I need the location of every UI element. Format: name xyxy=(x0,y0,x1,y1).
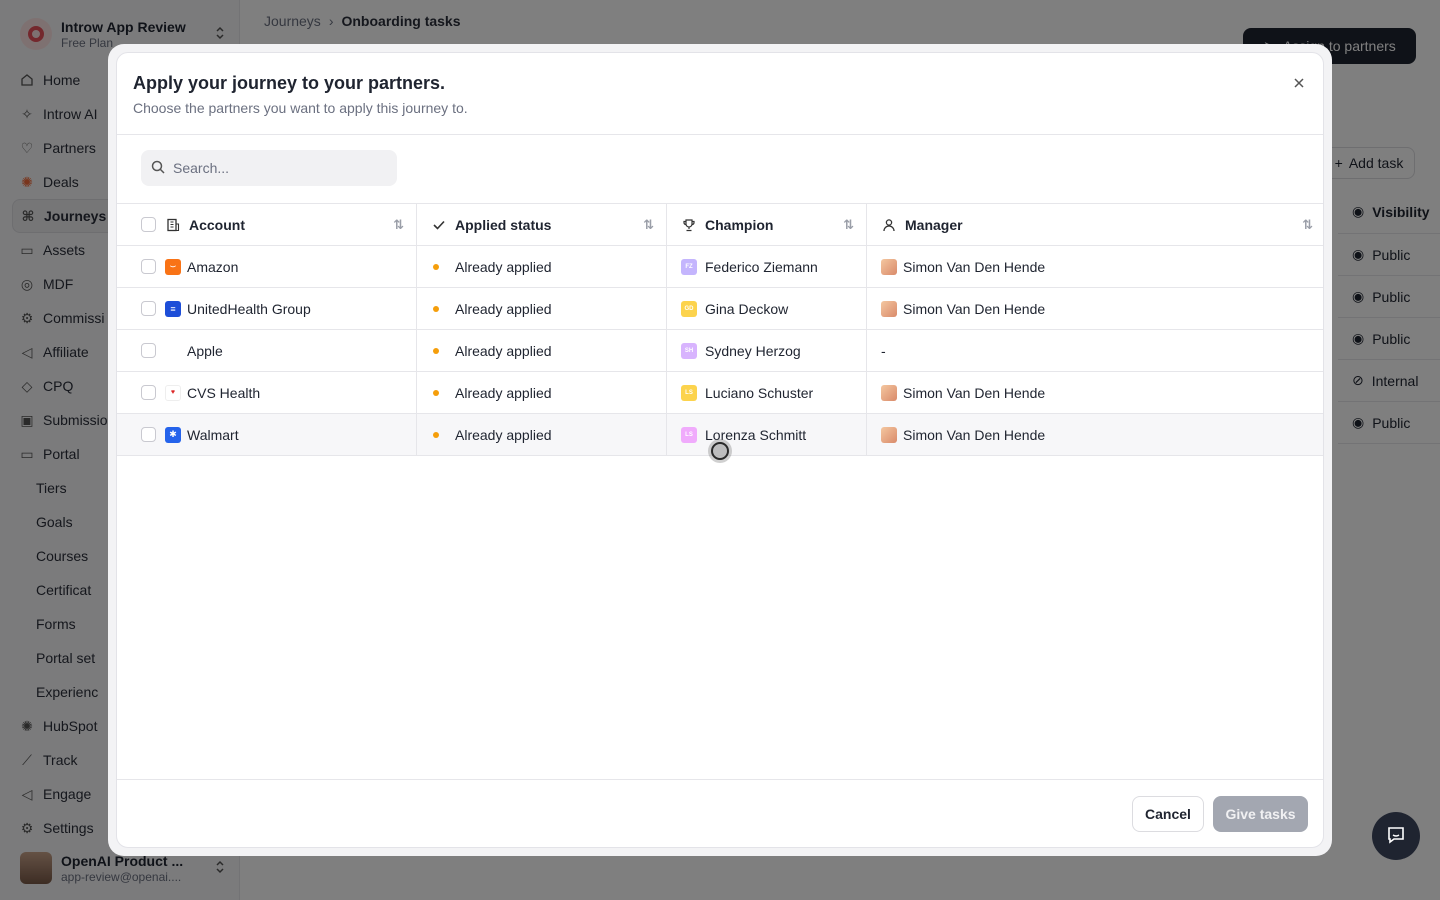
modal-title: Apply your journey to your partners. xyxy=(133,73,446,93)
table-row[interactable]: ≡ UnitedHealth Group Already applied GD … xyxy=(117,288,1323,330)
column-label: Manager xyxy=(905,216,963,233)
account-name: UnitedHealth Group xyxy=(187,300,311,317)
champion-avatar: FZ xyxy=(681,258,697,275)
account-cell: Apple xyxy=(117,330,417,371)
account-cell: ≡ UnitedHealth Group xyxy=(117,288,417,329)
amazon-logo-icon: ⌣ xyxy=(165,258,181,275)
table-header-row: Account ⇅ Applied status ⇅ Champion ⇅ Ma… xyxy=(117,203,1323,246)
sort-icon[interactable]: ⇅ xyxy=(1302,217,1313,233)
row-checkbox[interactable] xyxy=(141,343,156,358)
manager-cell: - xyxy=(867,330,1323,371)
sort-icon[interactable]: ⇅ xyxy=(843,217,854,233)
search-input[interactable] xyxy=(173,160,373,176)
champion-avatar: SH xyxy=(681,342,697,359)
champion-avatar: GD xyxy=(681,300,697,317)
manager-avatar xyxy=(881,426,897,443)
status-text: Already applied xyxy=(455,342,552,359)
chat-icon xyxy=(1385,824,1407,849)
column-label: Account xyxy=(189,216,245,233)
status-cell: Already applied xyxy=(417,372,667,413)
column-label: Champion xyxy=(705,216,774,233)
account-name: Apple xyxy=(187,342,223,359)
status-dot xyxy=(433,305,439,312)
column-label: Applied status xyxy=(455,216,552,233)
status-dot xyxy=(433,431,439,438)
unitedhealth-logo-icon: ≡ xyxy=(165,300,181,317)
search-icon xyxy=(151,160,165,177)
column-header-champion[interactable]: Champion ⇅ xyxy=(667,204,867,245)
champion-cell: GD Gina Deckow xyxy=(667,288,867,329)
manager-avatar xyxy=(881,258,897,275)
column-header-status[interactable]: Applied status ⇅ xyxy=(417,204,667,245)
status-dot xyxy=(433,263,439,270)
table-row[interactable]: ⌣ Amazon Already applied FZ Federico Zie… xyxy=(117,246,1323,288)
partners-table: Account ⇅ Applied status ⇅ Champion ⇅ Ma… xyxy=(117,203,1323,456)
status-dot xyxy=(433,389,439,396)
manager-name: Simon Van Den Hende xyxy=(903,258,1046,275)
manager-cell: Simon Van Den Hende xyxy=(867,414,1323,455)
account-name: Amazon xyxy=(187,258,239,275)
column-header-manager[interactable]: Manager ⇅ xyxy=(867,204,1323,245)
search-box[interactable] xyxy=(141,150,397,186)
champion-name: Luciano Schuster xyxy=(705,384,814,401)
cursor-indicator xyxy=(708,439,732,463)
account-cell: ♥ CVS Health xyxy=(117,372,417,413)
status-cell: Already applied xyxy=(417,246,667,287)
manager-avatar xyxy=(881,384,897,401)
sort-icon[interactable]: ⇅ xyxy=(643,217,654,233)
manager-name: Simon Van Den Hende xyxy=(903,426,1046,443)
account-cell: ✱ Walmart xyxy=(117,414,417,455)
status-text: Already applied xyxy=(455,426,552,443)
row-checkbox[interactable] xyxy=(141,301,156,316)
chat-launcher-button[interactable] xyxy=(1372,812,1420,860)
account-cell: ⌣ Amazon xyxy=(117,246,417,287)
divider xyxy=(117,779,1323,780)
close-icon[interactable] xyxy=(1289,73,1309,93)
manager-cell: Simon Van Den Hende xyxy=(867,372,1323,413)
cancel-button[interactable]: Cancel xyxy=(1132,796,1204,832)
row-checkbox[interactable] xyxy=(141,385,156,400)
manager-name: Simon Van Den Hende xyxy=(903,384,1046,401)
champion-cell: LS Luciano Schuster xyxy=(667,372,867,413)
manager-cell: Simon Van Den Hende xyxy=(867,288,1323,329)
status-cell: Already applied xyxy=(417,414,667,455)
row-checkbox[interactable] xyxy=(141,427,156,442)
champion-name: Sydney Herzog xyxy=(705,342,801,359)
status-text: Already applied xyxy=(455,258,552,275)
select-all-checkbox[interactable] xyxy=(141,217,156,232)
table-row[interactable]: ♥ CVS Health Already applied LS Luciano … xyxy=(117,372,1323,414)
account-name: Walmart xyxy=(187,426,239,443)
manager-avatar xyxy=(881,300,897,317)
trophy-icon xyxy=(681,217,697,233)
champion-avatar: LS xyxy=(681,384,697,401)
manager-name: Simon Van Den Hende xyxy=(903,300,1046,317)
row-checkbox[interactable] xyxy=(141,259,156,274)
cvs-logo-icon: ♥ xyxy=(165,384,181,401)
champion-name: Federico Ziemann xyxy=(705,258,818,275)
status-cell: Already applied xyxy=(417,330,667,371)
modal-subtitle: Choose the partners you want to apply th… xyxy=(133,100,468,116)
champion-cell: LS Lorenza Schmitt xyxy=(667,414,867,455)
champion-cell: FZ Federico Ziemann xyxy=(667,246,867,287)
manager-name: - xyxy=(881,342,886,359)
champion-name: Gina Deckow xyxy=(705,300,789,317)
champion-avatar: LS xyxy=(681,426,697,443)
building-icon xyxy=(165,217,181,233)
give-tasks-button[interactable]: Give tasks xyxy=(1213,796,1308,832)
walmart-logo-icon: ✱ xyxy=(165,426,181,443)
table-row[interactable]: Apple Already applied SH Sydney Herzog - xyxy=(117,330,1323,372)
apple-logo-icon xyxy=(165,343,181,359)
divider xyxy=(117,134,1323,135)
column-header-account[interactable]: Account ⇅ xyxy=(117,204,417,245)
account-name: CVS Health xyxy=(187,384,261,401)
champion-cell: SH Sydney Herzog xyxy=(667,330,867,371)
manager-cell: Simon Van Den Hende xyxy=(867,246,1323,287)
status-text: Already applied xyxy=(455,300,552,317)
status-dot xyxy=(433,347,439,354)
user-icon xyxy=(881,217,897,233)
check-icon xyxy=(431,217,447,233)
sort-icon[interactable]: ⇅ xyxy=(393,217,404,233)
status-cell: Already applied xyxy=(417,288,667,329)
status-text: Already applied xyxy=(455,384,552,401)
